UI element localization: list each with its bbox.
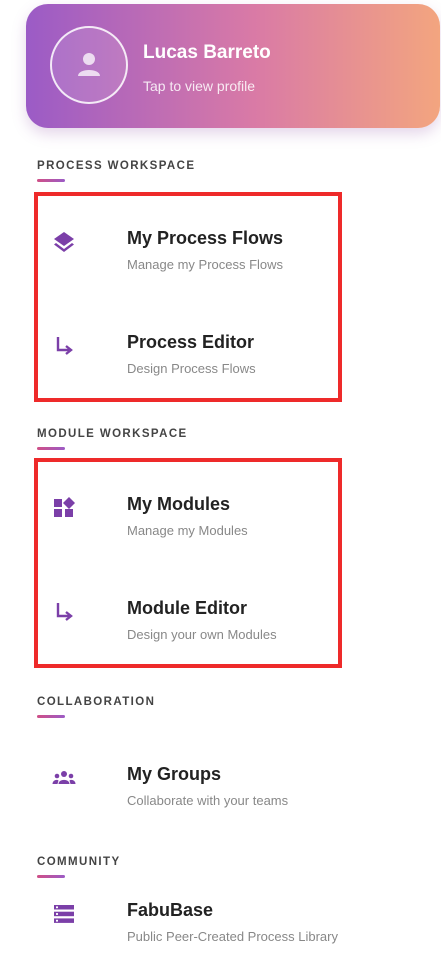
storage-icon — [54, 905, 74, 923]
menu-item-subtitle: Design your own Modules — [127, 627, 277, 642]
menu-item-my-groups[interactable]: My Groups Collaborate with your teams — [40, 736, 430, 832]
section-underline — [37, 715, 65, 718]
section-title-community: COMMUNITY — [37, 856, 121, 868]
person-icon — [78, 53, 100, 76]
menu-item-my-modules[interactable]: My Modules Manage my Modules — [40, 466, 430, 562]
menu-item-subtitle: Manage my Process Flows — [127, 257, 284, 272]
menu-item-my-process-flows[interactable]: My Process Flows Manage my Process Flows — [40, 200, 430, 296]
profile-card[interactable]: Lucas Barreto Tap to view profile — [26, 4, 440, 128]
menu-item-label: FabuBase — [127, 900, 214, 920]
menu-item-subtitle: Manage my Modules — [127, 523, 248, 538]
subdirectory-arrow-icon — [56, 603, 73, 621]
section-title-collaboration: COLLABORATION — [37, 696, 156, 708]
subdirectory-arrow-icon — [56, 337, 73, 355]
section-underline — [37, 179, 65, 182]
profile-subtitle: Tap to view profile — [143, 78, 256, 94]
section-underline — [37, 447, 65, 450]
menu-item-module-editor[interactable]: Module Editor Design your own Modules — [40, 570, 430, 666]
menu-item-label: My Groups — [127, 764, 222, 784]
profile-name: Lucas Barreto — [143, 42, 271, 63]
menu-item-label: Module Editor — [127, 598, 247, 618]
section-title-module: MODULE WORKSPACE — [37, 428, 188, 440]
menu-item-subtitle: Public Peer-Created Process Library — [127, 929, 338, 944]
groups-icon — [52, 771, 76, 784]
menu-item-label: My Process Flows — [127, 228, 284, 248]
layers-icon — [54, 232, 74, 252]
widgets-icon — [54, 497, 75, 517]
menu-item-subtitle: Collaborate with your teams — [127, 793, 289, 808]
avatar — [50, 26, 128, 104]
menu-item-label: Process Editor — [127, 332, 255, 352]
section-title-process: PROCESS WORKSPACE — [37, 160, 196, 172]
menu-item-fabubase[interactable]: FabuBase Public Peer-Created Process Lib… — [40, 872, 430, 968]
menu-item-process-editor[interactable]: Process Editor Design Process Flows — [40, 304, 430, 400]
menu-item-subtitle: Design Process Flows — [127, 361, 256, 376]
menu-item-label: My Modules — [127, 494, 231, 514]
